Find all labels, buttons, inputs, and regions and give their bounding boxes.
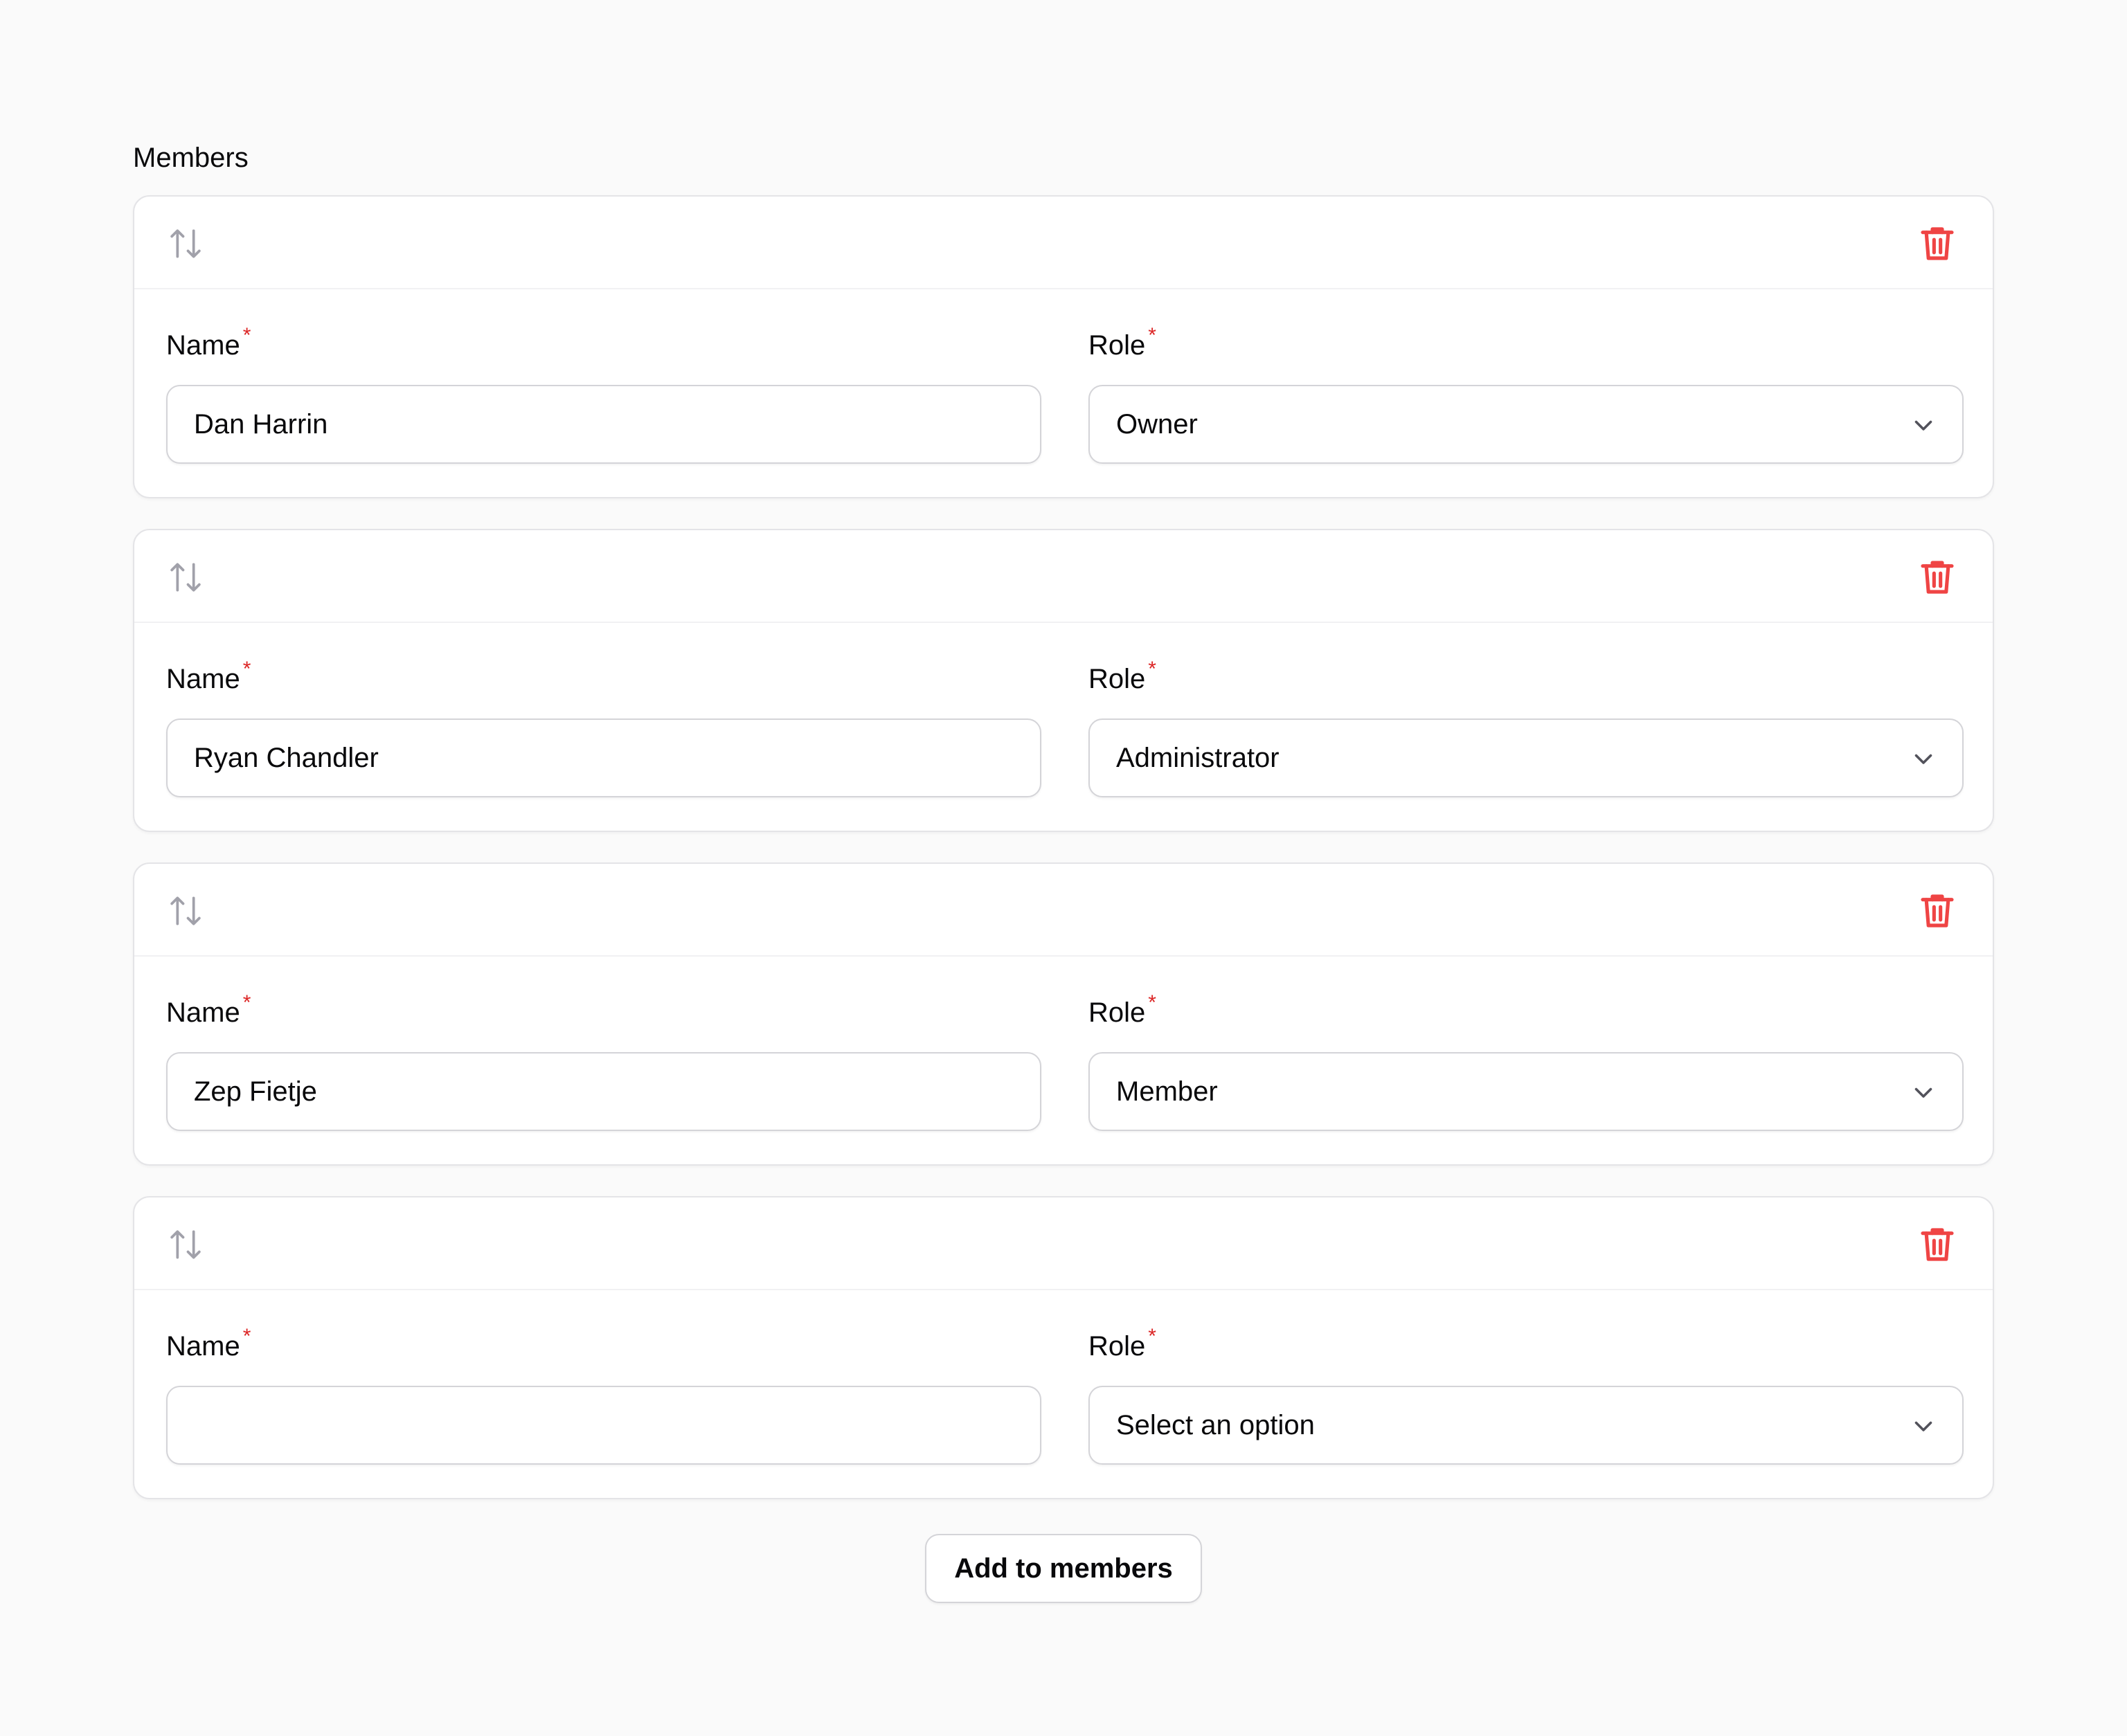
role-field: Role * Administrator [1088,658,1964,797]
required-marker: * [242,324,251,347]
name-field: Name * Ryan Chandler [166,658,1041,797]
chevron-down-icon [1910,1412,1937,1440]
repeater-item-header [134,1197,1993,1290]
repeater-item: Name * Dan Harrin Role * Owner [133,195,1994,498]
name-field: Name * Dan Harrin [166,324,1041,464]
required-marker: * [1148,991,1156,1014]
trash-icon[interactable] [1917,223,1958,264]
role-select-value: Administrator [1116,742,1280,773]
chevron-down-icon [1910,745,1937,772]
role-field: Role * Select an option [1088,1325,1964,1465]
required-marker: * [1148,324,1156,347]
role-field: Role * Member [1088,991,1964,1131]
repeater-item: Name * Zep Fietje Role * Member [133,862,1994,1166]
role-select[interactable]: Select an option [1088,1386,1964,1465]
role-select[interactable]: Administrator [1088,718,1964,797]
required-marker: * [242,658,251,680]
repeater-item: Name * Ryan Chandler Role * Administrator [133,529,1994,832]
members-repeater: Members Name * Dan Harrin Role * Owner N… [133,136,1994,1530]
name-input[interactable] [166,1386,1041,1465]
required-marker: * [242,991,251,1014]
name-field: Name * Zep Fietje [166,991,1041,1131]
arrows-up-down-icon[interactable] [166,892,205,930]
add-member-button[interactable]: Add to members [925,1534,1202,1603]
role-label: Role [1088,997,1146,1028]
chevron-down-icon [1910,1078,1937,1106]
role-select-value: Member [1116,1076,1218,1107]
role-select-value: Owner [1116,408,1198,440]
required-marker: * [242,1325,251,1348]
trash-icon[interactable] [1917,890,1958,932]
trash-icon[interactable] [1917,557,1958,598]
role-select-value: Select an option [1116,1409,1315,1440]
chevron-down-icon [1910,411,1937,439]
name-label: Name [166,330,240,361]
role-label: Role [1088,330,1146,361]
arrows-up-down-icon[interactable] [166,224,205,263]
repeater-item-header [134,197,1993,289]
repeater-item: Name * Role * Select an option [133,1196,1994,1499]
trash-icon[interactable] [1917,1224,1958,1265]
name-label: Name [166,1331,240,1362]
role-select[interactable]: Member [1088,1052,1964,1131]
name-input-value: Ryan Chandler [194,742,379,773]
name-field: Name * [166,1325,1041,1465]
name-input[interactable]: Ryan Chandler [166,718,1041,797]
role-field: Role * Owner [1088,324,1964,464]
required-marker: * [1148,1325,1156,1348]
name-label: Name [166,997,240,1028]
role-select[interactable]: Owner [1088,385,1964,464]
repeater-item-header [134,530,1993,623]
role-label: Role [1088,1331,1146,1362]
name-input-value: Zep Fietje [194,1076,317,1107]
name-input[interactable]: Dan Harrin [166,385,1041,464]
name-input[interactable]: Zep Fietje [166,1052,1041,1131]
role-label: Role [1088,664,1146,694]
repeater-label: Members [133,143,249,173]
repeater-item-header [134,864,1993,957]
arrows-up-down-icon[interactable] [166,558,205,597]
name-label: Name [166,664,240,694]
name-input-value: Dan Harrin [194,408,328,440]
arrows-up-down-icon[interactable] [166,1225,205,1264]
required-marker: * [1148,658,1156,680]
